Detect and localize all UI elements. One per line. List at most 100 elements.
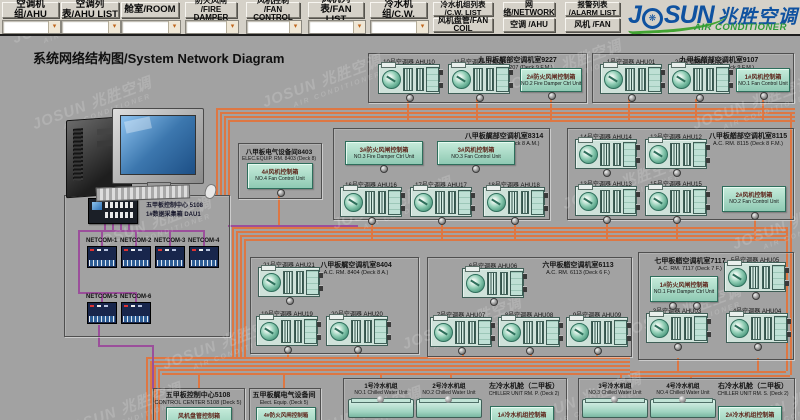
connector-knob bbox=[603, 169, 611, 177]
ctrl-fan-4[interactable]: 4#风机控制箱NO.4 Fan Control Unit bbox=[247, 163, 313, 189]
chevron-down-icon[interactable]: ▾ bbox=[353, 21, 365, 33]
chevron-down-icon[interactable]: ▾ bbox=[416, 21, 428, 33]
btn-ahu-list[interactable]: 空调列表/AHU LIST bbox=[61, 2, 119, 18]
ctrl-chiller-2[interactable]: 2#冷水机组控制箱 bbox=[718, 406, 782, 420]
netcom-module-5[interactable] bbox=[87, 302, 117, 324]
valve-knob bbox=[445, 396, 452, 403]
ahu-device-19[interactable]: 19号空调器 AHU19 bbox=[256, 309, 318, 346]
wire bbox=[152, 345, 154, 389]
btn-fan-coil[interactable]: 风机盘管/FAN COIL bbox=[433, 18, 493, 32]
connector-knob bbox=[458, 347, 466, 355]
ahu-device-16[interactable]: 16号空调器 AHU16 bbox=[340, 180, 402, 217]
chiller-unit-3[interactable]: 3号冷水机组NO.3 Chilled Water Unit bbox=[582, 381, 648, 418]
switch-label-1: 五甲板控制中心 5108 bbox=[146, 200, 203, 209]
fan-icon bbox=[730, 319, 749, 338]
chevron-down-icon[interactable]: ▾ bbox=[289, 21, 301, 33]
chiller-unit-2[interactable]: 2号冷水机组NO.2 Chilled Water Unit bbox=[416, 381, 482, 418]
ctrl-chiller-1[interactable]: 1#冷水机组控制箱 bbox=[490, 406, 554, 420]
wire bbox=[224, 116, 795, 118]
netcom-module-1[interactable] bbox=[87, 246, 117, 268]
netcom-module-2[interactable] bbox=[121, 246, 151, 268]
pc-monitor[interactable] bbox=[112, 108, 204, 184]
netcom-module-6[interactable] bbox=[121, 302, 151, 324]
wire bbox=[236, 231, 786, 233]
netcom-module-4[interactable] bbox=[189, 246, 219, 268]
netcom-module-3[interactable] bbox=[155, 246, 185, 268]
connector-knob bbox=[472, 165, 480, 173]
wire bbox=[240, 235, 242, 357]
combo-fire-damper[interactable]: ▾ bbox=[185, 20, 239, 34]
ctrl-fire-damper-3[interactable]: 3#防火风闸控制箱NO.3 Fire Damper Ctrl Unit bbox=[345, 141, 423, 165]
combo-fan-control[interactable]: ▾ bbox=[246, 20, 302, 34]
fan-icon bbox=[672, 70, 691, 89]
btn-fire-damper[interactable]: 防火风闸 /FIRE DAMPER bbox=[185, 2, 237, 18]
combo-room[interactable]: ▾ bbox=[121, 20, 181, 34]
ahu-device-17[interactable]: 17号空调器 AHU17 bbox=[410, 180, 472, 217]
ahu-device-13[interactable]: 13号空调器 AHU13 bbox=[575, 179, 637, 216]
ahu-device-05[interactable]: 5号空调器 AHU05 bbox=[724, 255, 786, 292]
btn-cw[interactable]: 冷水机组/C.W. bbox=[370, 2, 427, 18]
connector-knob bbox=[438, 217, 446, 225]
ctrl-fire-damper-2[interactable]: 2#防火风闸控制箱NO.2 Fire Damper Ctrl Unit bbox=[520, 68, 582, 92]
btn-cw-list[interactable]: 冷水机组列表 /C.W. LIST bbox=[433, 2, 493, 16]
wire bbox=[150, 361, 630, 363]
btn-ahu-group[interactable]: 空调机组/AHU bbox=[2, 2, 59, 18]
ahu-device-21[interactable]: 21号空调器 AHU21 bbox=[258, 260, 320, 297]
chiller-unit-1[interactable]: 1号冷水机组NO.1 Chilled Water Unit bbox=[348, 381, 414, 418]
fan-icon bbox=[502, 323, 521, 342]
btn-room[interactable]: 舱室/ROOM bbox=[121, 2, 179, 18]
ctrl-fan-3[interactable]: 3#风机控制箱NO.3 Fan Control Unit bbox=[437, 141, 515, 165]
chevron-down-icon[interactable]: ▾ bbox=[48, 21, 60, 33]
connector-knob bbox=[490, 298, 498, 306]
ahu-device-12[interactable]: 12号空调器 AHU12 bbox=[645, 132, 707, 169]
ahu-device-02[interactable]: 2号空调器 AHU02 bbox=[668, 57, 730, 94]
ahu-device-14[interactable]: 14号空调器 AHU14 bbox=[575, 132, 637, 169]
connector-knob bbox=[754, 343, 762, 351]
connector-knob bbox=[673, 216, 681, 224]
fan-icon bbox=[344, 193, 363, 212]
ahu-device-18[interactable]: 18号空调器 AHU18 bbox=[483, 180, 545, 217]
ethernet-switch[interactable] bbox=[88, 198, 138, 224]
ctrl-fire-damper-1[interactable]: 1#防火风闸控制箱NO.1 Fire Damper Ctrl Unit bbox=[650, 276, 718, 302]
btn-ahu-page[interactable]: 空调 /AHU bbox=[503, 18, 555, 32]
btn-fan-control[interactable]: 风机控制 /FAN CONTROL bbox=[246, 2, 300, 18]
chevron-down-icon[interactable]: ▾ bbox=[168, 21, 180, 33]
chiller-unit-4[interactable]: 4号冷水机组NO.4 Chilled Water Unit bbox=[650, 381, 716, 418]
ctrl-fire-damper-4[interactable]: 4#防火风闸控制箱 bbox=[256, 407, 316, 420]
btn-fan-list[interactable]: 风机列表/FAN LIST bbox=[308, 2, 364, 18]
fan-icon bbox=[604, 70, 623, 89]
connector-knob bbox=[526, 347, 534, 355]
btn-network[interactable]: 网络/NETWORK bbox=[503, 2, 555, 16]
ahu-device-20[interactable]: 20号空调器 AHU20 bbox=[326, 309, 388, 346]
chevron-down-icon[interactable]: ▾ bbox=[226, 21, 238, 33]
ahu-device-04[interactable]: 4号空调器 AHU04 bbox=[726, 306, 788, 343]
btn-alarm-list[interactable]: 报警列表 /ALARM LIST bbox=[565, 2, 620, 16]
chevron-down-icon[interactable]: ▾ bbox=[108, 21, 120, 33]
wire bbox=[232, 227, 786, 229]
ahu-device-03[interactable]: 3号空调器 AHU03 bbox=[646, 306, 708, 343]
combo-ahu-list[interactable]: ▾ bbox=[61, 20, 121, 34]
ahu-device-06[interactable]: 6号空调器 AHU06 bbox=[462, 261, 524, 298]
ahu-device-10[interactable]: 10号空调器 AHU10 bbox=[378, 57, 440, 94]
wire bbox=[216, 108, 795, 110]
ctrl-fan-1[interactable]: 1#风机控制箱NO.1 Fan Control Unit bbox=[736, 68, 790, 92]
fan-icon bbox=[579, 192, 598, 211]
ctrl-fan-2[interactable]: 2#风机控制箱NO.2 Fan Control Unit bbox=[722, 186, 786, 212]
ahu-device-01[interactable]: 1号空调器 AHU01 bbox=[600, 57, 662, 94]
wire bbox=[198, 373, 200, 388]
ahu-device-15[interactable]: 15号空调器 AHU15 bbox=[645, 179, 707, 216]
combo-ahu-group[interactable]: ▾ bbox=[2, 20, 61, 34]
combo-cw[interactable]: ▾ bbox=[370, 20, 429, 34]
fan-icon bbox=[487, 193, 506, 212]
ctrl-fan-coil[interactable]: 风机盘管控制箱 bbox=[166, 407, 232, 420]
connector-knob bbox=[693, 302, 701, 310]
connector-knob bbox=[669, 302, 677, 310]
ahu-device-07[interactable]: 7号空调器 AHU07 bbox=[430, 310, 492, 347]
ahu-device-08[interactable]: 8号空调器 AHU08 bbox=[498, 310, 560, 347]
btn-fan-page[interactable]: 风机 /FAN bbox=[565, 18, 620, 32]
ahu-device-09[interactable]: 9号空调器 AHU09 bbox=[566, 310, 628, 347]
combo-fan-list[interactable]: ▾ bbox=[308, 20, 366, 34]
netcom-label: NETCOM-1 bbox=[86, 238, 117, 244]
ahu-device-11[interactable]: 11号空调器 AHU11 bbox=[448, 57, 510, 94]
connector-knob bbox=[354, 346, 362, 354]
